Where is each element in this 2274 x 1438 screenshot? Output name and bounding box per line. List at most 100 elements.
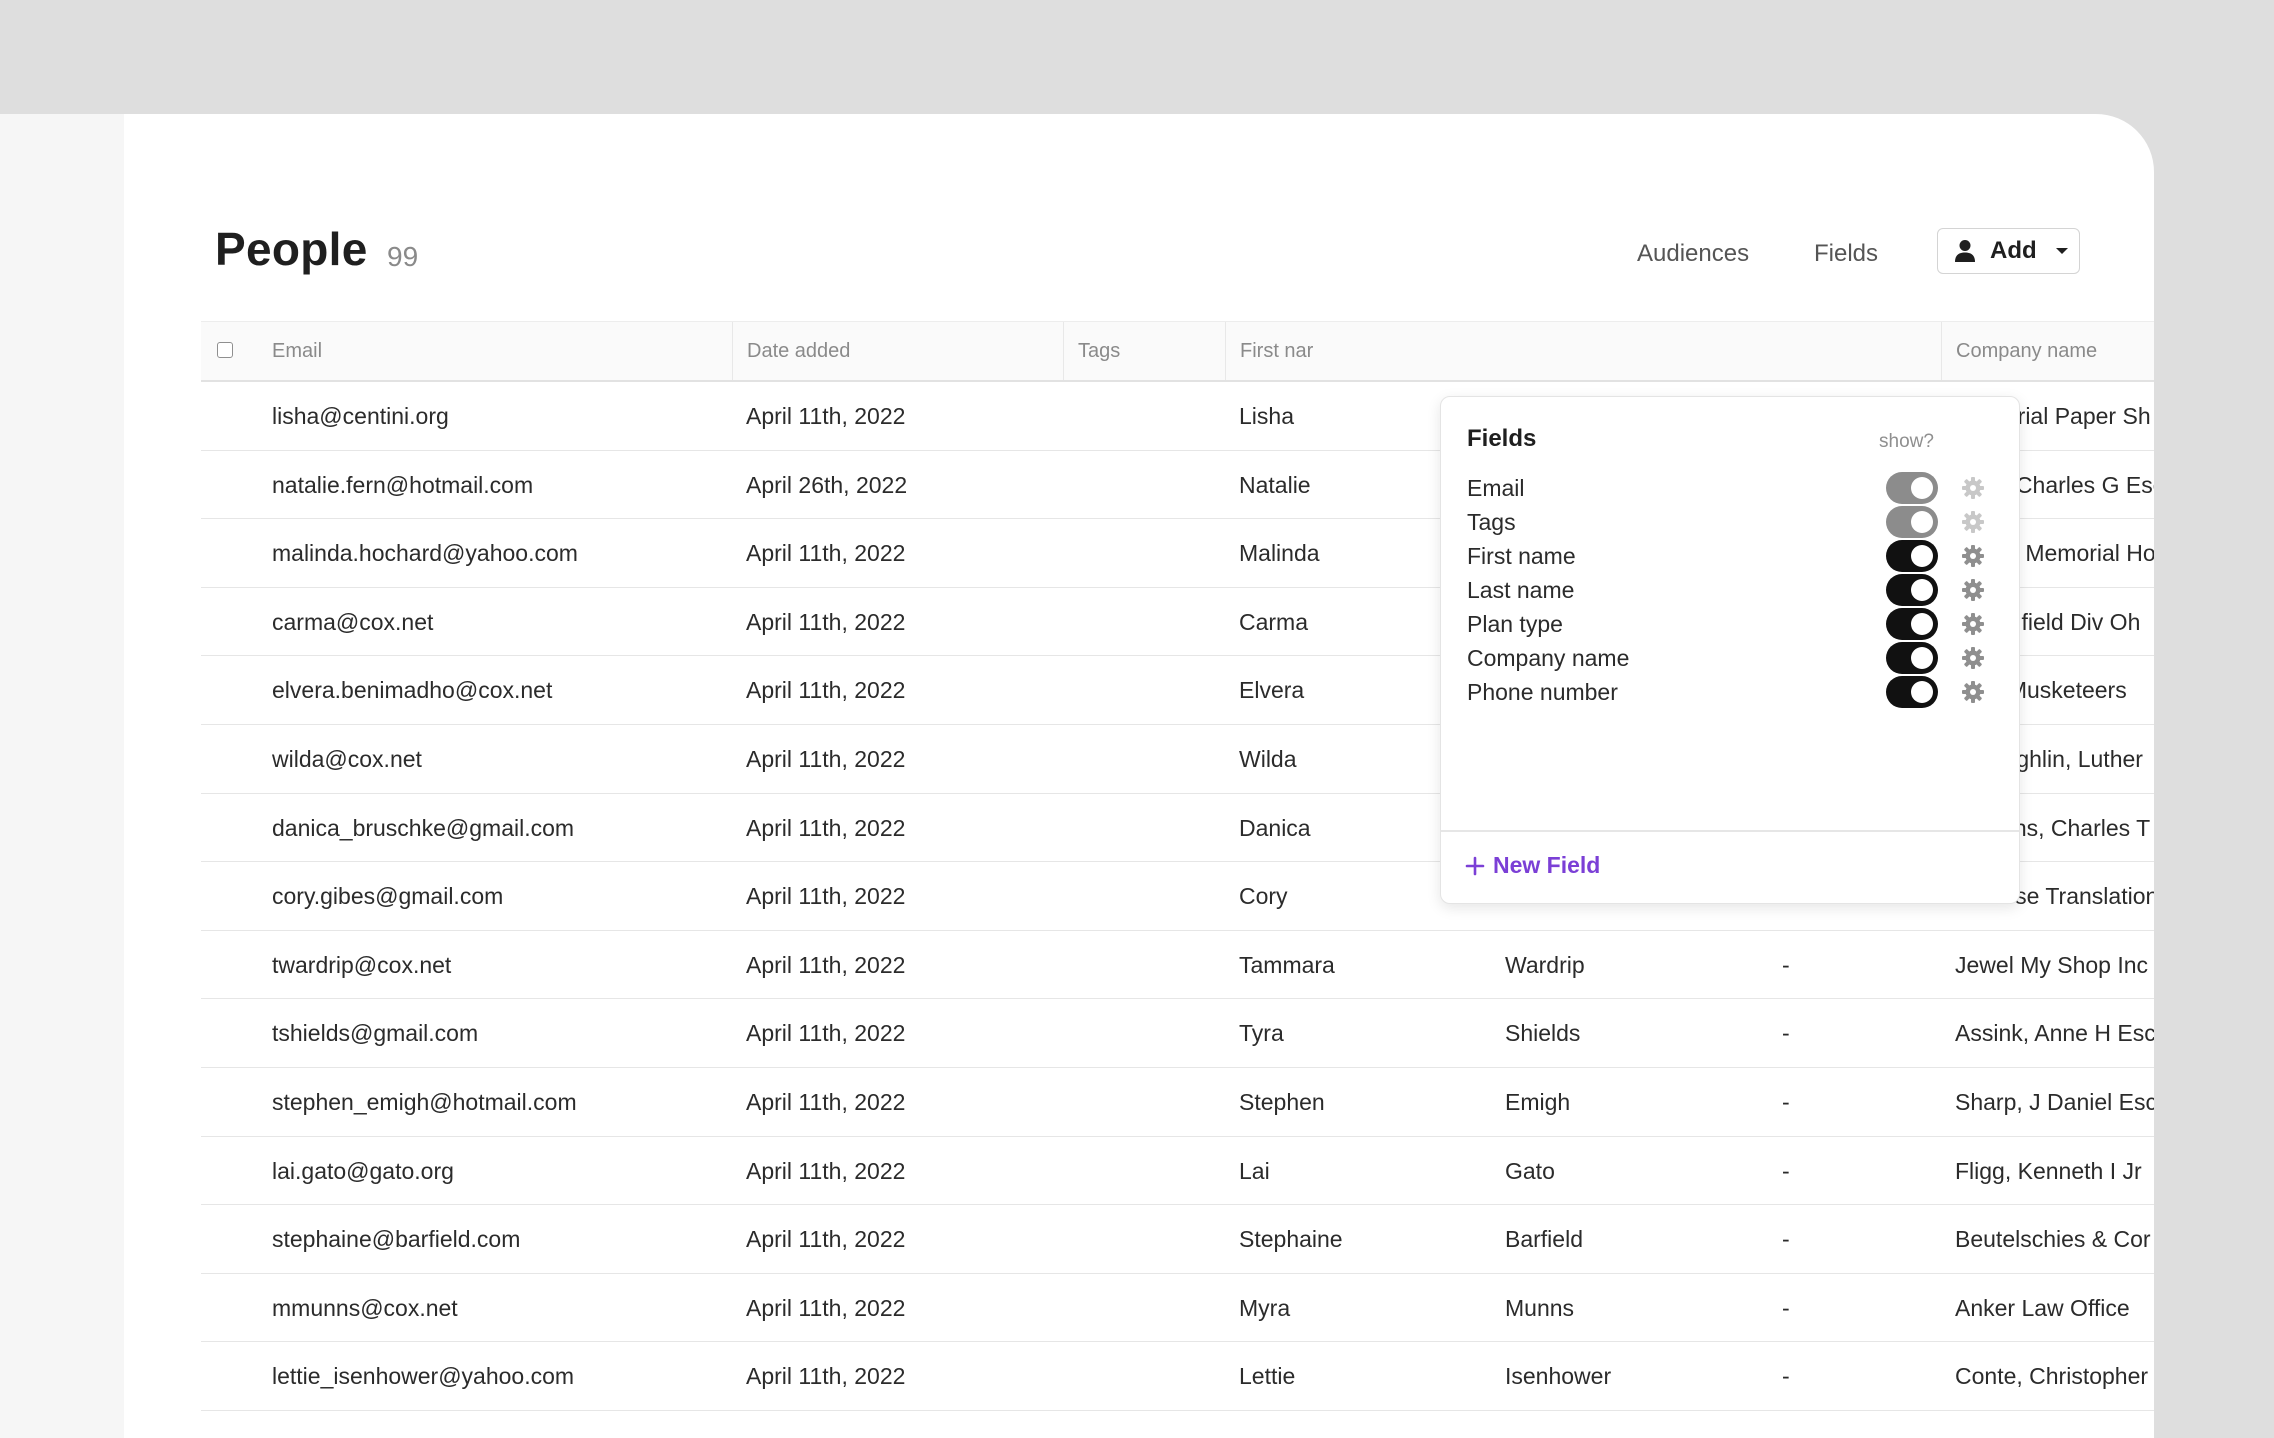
- cell-date-added: April 11th, 2022: [746, 540, 906, 567]
- table-header: Email Date added Tags First nar Company …: [201, 321, 2154, 382]
- user-icon: [1955, 240, 1975, 262]
- field-visibility-toggle[interactable]: [1886, 608, 1938, 640]
- cell-last-name: Barfield: [1505, 1226, 1583, 1253]
- cell-first-name: Tammara: [1239, 951, 1335, 978]
- cell-date-added: April 11th, 2022: [746, 745, 906, 772]
- audiences-link[interactable]: Audiences: [1637, 240, 1749, 268]
- cell-plan-type: -: [1782, 1294, 1790, 1321]
- cell-first-name: Stephaine: [1239, 1226, 1343, 1253]
- cell-first-name: Tyra: [1239, 1020, 1284, 1047]
- toggle-knob: [1911, 511, 1933, 533]
- popover-divider: [1441, 830, 2019, 832]
- cell-plan-type: -: [1782, 1157, 1790, 1184]
- fields-link[interactable]: Fields: [1814, 240, 1878, 268]
- cell-date-added: April 11th, 2022: [746, 608, 906, 635]
- field-label: Tags: [1467, 509, 1516, 535]
- cell-plan-type: -: [1782, 951, 1790, 978]
- column-header-tags[interactable]: Tags: [1063, 322, 1226, 380]
- cell-date-added: April 11th, 2022: [746, 1363, 906, 1390]
- toggle-knob: [1911, 647, 1933, 669]
- column-header-first-name[interactable]: First nar: [1225, 322, 1425, 380]
- cell-email: malinda.hochard@yahoo.com: [272, 540, 578, 567]
- field-label: Plan type: [1467, 611, 1563, 637]
- field-visibility-toggle[interactable]: [1886, 676, 1938, 708]
- column-header-date-added[interactable]: Date added: [732, 322, 1063, 380]
- cell-date-added: April 11th, 2022: [746, 1157, 906, 1184]
- field-label: First name: [1467, 543, 1576, 569]
- field-label: Company name: [1467, 645, 1630, 671]
- gear-icon[interactable]: [1961, 680, 1985, 704]
- main-panel: People 99 Audiences Fields Add Email Dat…: [124, 114, 2154, 1438]
- cell-email: carma@cox.net: [272, 608, 434, 635]
- cell-last-name: Emigh: [1505, 1088, 1571, 1115]
- cell-email: twardrip@cox.net: [272, 951, 452, 978]
- gear-icon[interactable]: [1961, 612, 1985, 636]
- plus-icon: [1465, 856, 1485, 875]
- add-button[interactable]: Add: [1937, 228, 2080, 274]
- cell-date-added: April 26th, 2022: [746, 471, 908, 498]
- toggle-knob: [1911, 681, 1933, 703]
- table-row[interactable]: stephaine@barfield.com April 11th, 2022 St…: [201, 1205, 2154, 1274]
- cell-date-added: April 11th, 2022: [746, 677, 906, 704]
- cell-company-name: Anker Law Office: [1955, 1294, 2130, 1321]
- fields-popover: Fields show? Email Tags First name Last nam…: [1440, 396, 2020, 904]
- cell-company-name: Sharp, J Daniel Esc: [1955, 1088, 2154, 1115]
- gear-icon[interactable]: [1961, 476, 1985, 500]
- left-gutter: [0, 114, 124, 1438]
- field-visibility-toggle[interactable]: [1886, 574, 1938, 606]
- cell-company-name: Fligg, Kenneth I Jr: [1955, 1157, 2142, 1184]
- cell-last-name: Isenhower: [1505, 1363, 1612, 1390]
- field-label: Last name: [1467, 577, 1575, 603]
- column-header-email[interactable]: Email: [258, 322, 733, 380]
- cell-company-name: Assink, Anne H Esc: [1955, 1020, 2154, 1047]
- field-row: Phone number: [1441, 673, 2019, 713]
- cell-date-added: April 11th, 2022: [746, 883, 906, 910]
- cell-first-name: Lai: [1239, 1157, 1270, 1184]
- cell-plan-type: -: [1782, 1088, 1790, 1115]
- table-row[interactable]: twardrip@cox.net April 11th, 2022 Tammara W…: [201, 931, 2154, 1000]
- cell-email: lisha@centini.org: [272, 403, 449, 429]
- cell-email: wilda@cox.net: [272, 745, 422, 772]
- cell-plan-type: -: [1782, 1020, 1790, 1047]
- field-visibility-toggle[interactable]: [1886, 642, 1938, 674]
- cell-last-name: Shields: [1505, 1020, 1581, 1047]
- table-row[interactable]: lettie_isenhower@yahoo.com April 11th, 20…: [201, 1342, 2154, 1411]
- cell-email: tshields@gmail.com: [272, 1020, 479, 1047]
- field-visibility-toggle[interactable]: [1886, 540, 1938, 572]
- column-header-company-name[interactable]: Company name: [1941, 322, 2154, 380]
- cell-date-added: April 11th, 2022: [746, 1020, 906, 1047]
- table-row[interactable]: tshields@gmail.com April 11th, 2022 Tyra Sh…: [201, 999, 2154, 1068]
- gear-icon[interactable]: [1961, 544, 1985, 568]
- cell-plan-type: -: [1782, 1363, 1790, 1390]
- toggle-knob: [1911, 477, 1933, 499]
- page-title: People: [215, 223, 368, 275]
- cell-email: elvera.benimadho@cox.net: [272, 677, 553, 704]
- caret-down-icon: [2055, 248, 2068, 254]
- select-all-checkbox[interactable]: [217, 342, 233, 358]
- people-count: 99: [387, 241, 419, 272]
- table-row[interactable]: stephen_emigh@hotmail.com April 11th, 202…: [201, 1068, 2154, 1137]
- cell-date-added: April 11th, 2022: [746, 814, 906, 841]
- cell-company-name: Jewel My Shop Inc: [1955, 951, 2149, 978]
- cell-last-name: Wardrip: [1505, 951, 1585, 978]
- gear-icon[interactable]: [1961, 510, 1985, 534]
- cell-company-name: Conte, Christopher: [1955, 1363, 2149, 1390]
- field-visibility-toggle: [1886, 506, 1938, 538]
- cell-date-added: April 11th, 2022: [746, 951, 906, 978]
- gear-icon[interactable]: [1961, 646, 1985, 670]
- table-row[interactable]: mmunns@cox.net April 11th, 2022 Myra Munns -…: [201, 1274, 2154, 1343]
- cell-email: mmunns@cox.net: [272, 1294, 458, 1321]
- popover-title: Fields: [1467, 425, 1537, 452]
- gear-icon[interactable]: [1961, 578, 1985, 602]
- cell-date-added: April 11th, 2022: [746, 1226, 906, 1253]
- cell-first-name: Myra: [1239, 1294, 1291, 1321]
- cell-first-name: Stephen: [1239, 1088, 1325, 1115]
- new-field-button[interactable]: New Field: [1465, 852, 1600, 879]
- cell-last-name: Gato: [1505, 1157, 1555, 1184]
- table-row[interactable]: lai.gato@gato.org April 11th, 2022 Lai Gato…: [201, 1137, 2154, 1206]
- toggle-knob: [1911, 579, 1933, 601]
- cell-first-name: Lettie: [1239, 1363, 1296, 1390]
- cell-email: cory.gibes@gmail.com: [272, 883, 504, 910]
- cell-date-added: April 11th, 2022: [746, 1088, 906, 1115]
- cell-last-name: Munns: [1505, 1294, 1575, 1321]
